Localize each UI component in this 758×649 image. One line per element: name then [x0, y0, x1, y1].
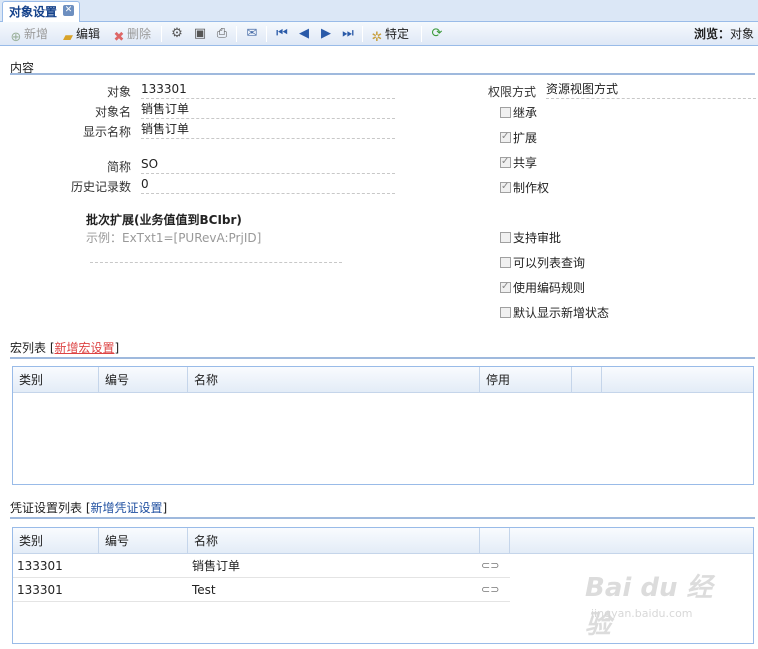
column-header-action[interactable] — [572, 367, 602, 393]
table-row[interactable]: 133301 销售订单 ⊂⊃ — [13, 554, 510, 578]
cell-name: 销售订单 — [192, 559, 241, 573]
batch-extension-hint: 示例：ExTxt1=[PURevA:PrjID] — [86, 231, 262, 245]
abbr-value: SO — [141, 157, 395, 174]
first-page-icon[interactable]: ⏮ — [274, 26, 290, 42]
link-icon[interactable]: ⊂⊃ — [481, 578, 499, 602]
gear-icon: ✲ — [371, 30, 383, 45]
checkbox-list-query[interactable]: 可以列表查询 — [500, 256, 585, 270]
object-value: 133301 — [141, 82, 395, 99]
delete-icon: ✖ — [113, 30, 125, 45]
column-header-category[interactable]: 类别 — [13, 528, 99, 554]
checkbox-authoring-right[interactable]: 制作权 — [500, 180, 549, 195]
toolbar-separator — [236, 26, 237, 42]
table-row[interactable]: 133301 Test ⊂⊃ — [13, 578, 510, 602]
add-macro-link[interactable]: 新增宏设置 — [55, 341, 115, 355]
toolbar-separator — [421, 26, 422, 42]
cell-category: 133301 — [17, 583, 63, 597]
checkbox-box[interactable] — [500, 257, 511, 268]
special-button[interactable]: ✲ 特定 — [369, 25, 409, 45]
close-icon[interactable]: ✕ — [63, 5, 75, 16]
column-header-code[interactable]: 编号 — [99, 367, 188, 393]
toolbar: ⊕ 新增 ▰ 编辑 ✖ 删除 ⚙ ▣ ⎙ ✉ ⏮ ◀ ▶ ⏭ ✲ 特定 ⟳ 浏览：对象 — [0, 22, 758, 46]
settings-icon[interactable]: ⚙ — [169, 26, 185, 42]
checkbox-extend[interactable]: 扩展 — [500, 130, 537, 145]
preview-icon[interactable]: ▣ — [192, 26, 208, 42]
last-page-icon[interactable]: ⏭ — [340, 26, 356, 42]
prev-page-icon[interactable]: ◀ — [296, 26, 312, 42]
next-page-icon[interactable]: ▶ — [318, 26, 334, 42]
checkbox-encoding-rule[interactable]: 使用编码规则 — [500, 280, 585, 295]
cell-name: Test — [192, 583, 216, 597]
baidu-watermark: Bai du 经验 jingyan.baidu.com — [585, 567, 735, 640]
checkbox-default-new-state[interactable]: 默认显示新增状态 — [500, 306, 609, 320]
toolbar-separator — [266, 26, 267, 42]
checkbox-box[interactable] — [500, 232, 511, 243]
checkbox-box[interactable] — [500, 155, 511, 169]
checkbox-box[interactable] — [500, 280, 511, 294]
section-divider — [10, 73, 755, 75]
tab-object-settings[interactable]: 对象设置 ✕ — [2, 1, 81, 22]
voucher-grid-header: 类别 编号 名称 — [13, 528, 753, 554]
checkbox-box[interactable] — [500, 130, 511, 144]
checkbox-share[interactable]: 共享 — [500, 155, 537, 170]
object-name-label: 对象名 — [94, 105, 131, 119]
watermark-url: jingyan.baidu.com — [591, 607, 693, 620]
checkbox-box[interactable] — [500, 307, 511, 318]
abbr-label: 简称 — [106, 160, 131, 174]
column-header-disabled[interactable]: 停用 — [480, 367, 572, 393]
edit-button[interactable]: ▰ 编辑 — [60, 25, 100, 45]
add-icon: ⊕ — [10, 30, 22, 45]
object-label: 对象 — [106, 85, 131, 99]
tab-bar: 对象设置 ✕ — [0, 0, 758, 22]
column-header-name[interactable]: 名称 — [188, 367, 480, 393]
refresh-icon[interactable]: ⟳ — [429, 26, 445, 42]
toolbar-separator — [362, 26, 363, 42]
mail-icon[interactable]: ✉ — [244, 26, 260, 42]
checkbox-support-approval[interactable]: 支持审批 — [500, 231, 561, 245]
tab-title: 对象设置 — [9, 5, 58, 19]
print-icon[interactable]: ⎙ — [214, 26, 230, 42]
column-header-code[interactable]: 编号 — [99, 528, 188, 554]
column-header-name[interactable]: 名称 — [188, 528, 480, 554]
cell-category: 133301 — [17, 559, 63, 573]
browse-indicator: 浏览：对象 — [693, 27, 754, 41]
macro-grid-header: 类别 编号 名称 停用 — [13, 367, 753, 393]
display-name-value: 销售订单 — [141, 122, 395, 139]
batch-extension-field[interactable] — [90, 262, 342, 263]
macro-grid: 类别 编号 名称 停用 — [12, 366, 754, 485]
permission-label: 权限方式 — [487, 85, 536, 99]
new-button[interactable]: ⊕ 新增 — [8, 25, 48, 45]
toolbar-separator — [161, 26, 162, 42]
permission-value: 资源视图方式 — [546, 82, 756, 99]
macro-section-title: 宏列表 [新增宏设置] — [10, 341, 120, 355]
object-name-value: 销售订单 — [141, 102, 395, 119]
column-header-action[interactable] — [480, 528, 510, 554]
link-icon[interactable]: ⊂⊃ — [481, 554, 499, 578]
folder-edit-icon: ▰ — [63, 30, 73, 45]
watermark-text: Bai du 经验 — [585, 573, 713, 640]
history-label: 历史记录数 — [70, 180, 131, 194]
checkbox-box[interactable] — [500, 180, 511, 194]
checkbox-inherit[interactable]: 继承 — [500, 106, 537, 120]
section-divider — [10, 517, 755, 519]
voucher-section-title: 凭证设置列表 [新增凭证设置] — [10, 501, 168, 515]
checkbox-box[interactable] — [500, 107, 511, 118]
delete-button[interactable]: ✖ 删除 — [111, 25, 151, 45]
add-voucher-link[interactable]: 新增凭证设置 — [91, 501, 163, 515]
batch-extension-title: 批次扩展(业务值值到BCIbr) — [86, 213, 242, 227]
column-header-category[interactable]: 类别 — [13, 367, 99, 393]
display-name-label: 显示名称 — [82, 125, 131, 139]
history-value: 0 — [141, 177, 395, 194]
section-divider — [10, 357, 755, 359]
